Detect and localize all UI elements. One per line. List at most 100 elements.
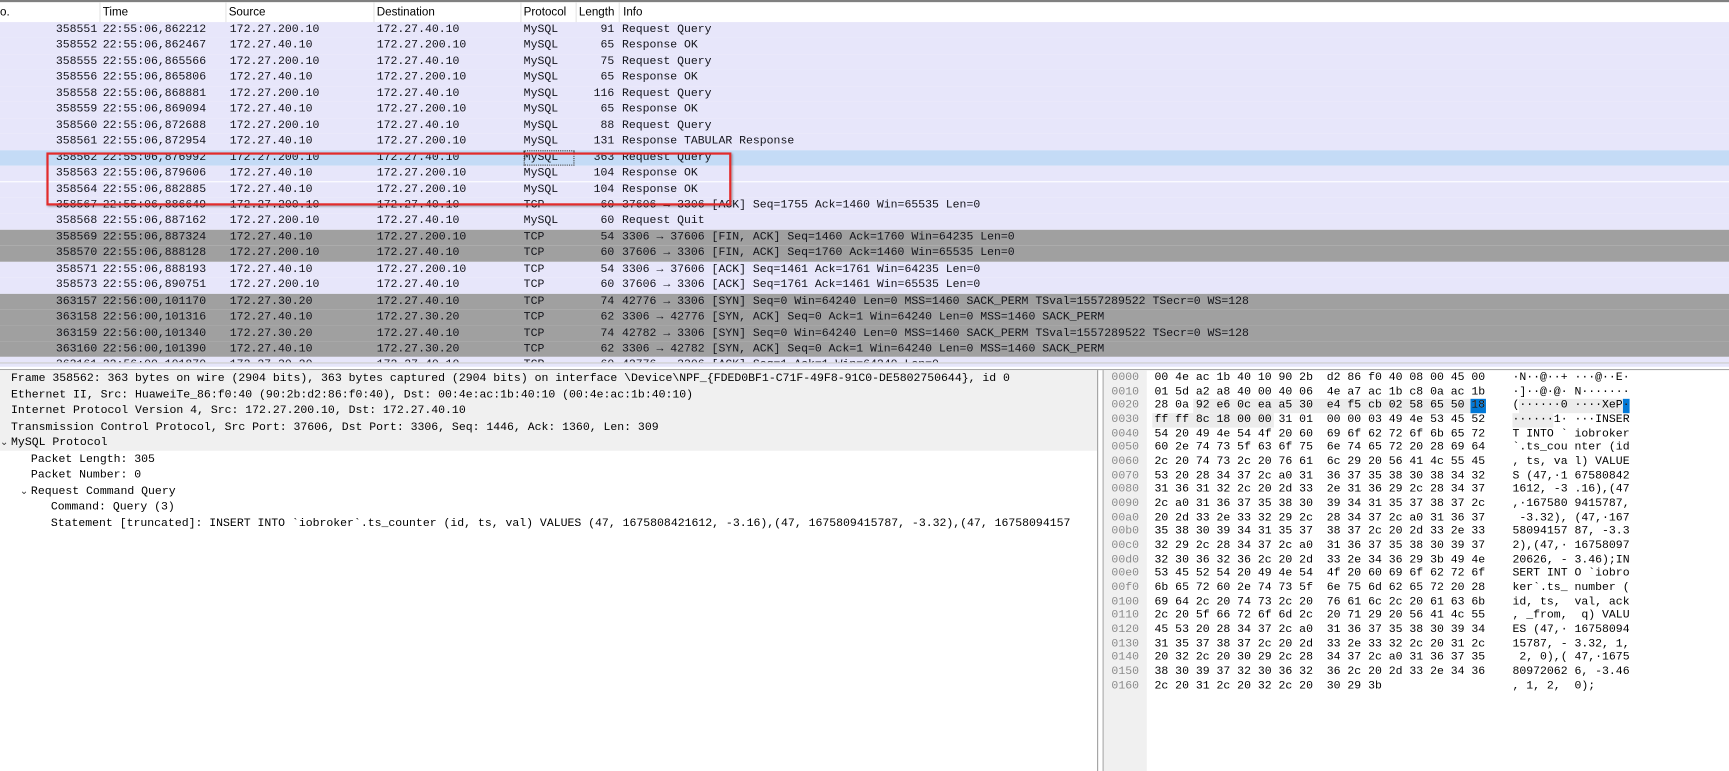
hex-bytes[interactable]: 31 36 31 32 2c 20 2d 33 2e 31 36 29 2c 2… <box>1155 483 1486 497</box>
packet-row[interactable]: 358571 22:55:06,888193 172.27.40.10 172.27.… <box>0 261 1729 278</box>
hex-ascii[interactable]: ·]··@·@· N······· <box>1512 385 1629 399</box>
hex-ascii[interactable]: ker`.ts_ number ( <box>1512 581 1629 595</box>
packet-list[interactable]: o. Time ^ Source Destination Protocol Le… <box>0 0 1729 363</box>
hex-bytes[interactable]: 54 20 49 4e 54 4f 20 60 69 6f 62 72 6f 6… <box>1155 427 1486 441</box>
hex-ascii[interactable]: SERT INT O `iobro <box>1512 567 1629 581</box>
column-divider[interactable] <box>99 2 101 24</box>
packet-proto-cell: MySQL <box>523 166 559 181</box>
packet-row[interactable]: 358555 22:55:06,865566 172.27.200.10 172.27… <box>0 54 1729 70</box>
packet-row[interactable]: 358561 22:55:06,872954 172.27.40.10 172.27.… <box>0 133 1729 150</box>
hex-ascii[interactable]: ,·167580 9415787, <box>1512 497 1629 511</box>
column-header-time[interactable]: Time <box>103 6 128 19</box>
hex-bytes[interactable]: 35 38 30 39 34 31 35 37 38 37 2c 20 2d 3… <box>1155 525 1486 539</box>
packet-row[interactable]: 358569 22:55:06,887324 172.27.40.10 172.27.… <box>0 229 1729 246</box>
hex-bytes[interactable]: 38 30 39 37 32 30 36 32 36 2c 20 2d 33 2… <box>1155 665 1486 679</box>
packet-row[interactable]: 358573 22:55:06,890751 172.27.200.10 172.27… <box>0 277 1729 294</box>
packet-row[interactable]: 358556 22:55:06,865806 172.27.40.10 172.27.… <box>0 69 1729 86</box>
packet-proto-cell: TCP <box>523 278 545 292</box>
column-header-destination[interactable]: Destination <box>377 6 435 19</box>
hex-ascii[interactable]: , _from, q) VALU <box>1512 609 1629 623</box>
hex-bytes[interactable]: 2c 20 5f 66 72 6f 6d 2c 20 71 29 20 56 4… <box>1155 609 1486 623</box>
column-divider[interactable] <box>373 2 375 24</box>
hex-ascii[interactable]: 2),(47,· 16758097 <box>1512 539 1629 553</box>
hex-ascii[interactable]: 58094157 87, -3.3 <box>1512 525 1629 539</box>
hex-bytes[interactable]: 53 20 28 34 37 2c a0 31 36 37 35 38 30 3… <box>1155 469 1486 483</box>
packet-proto-cell: MySQL <box>523 87 559 101</box>
packet-row[interactable]: 358564 22:55:06,882885 172.27.40.10 172.27.… <box>0 181 1729 198</box>
hex-bytes[interactable]: 01 5d a2 a8 40 00 40 06 4e a7 ac 1b c8 0… <box>1155 385 1486 399</box>
packet-row[interactable]: 358552 22:55:06,862467 172.27.40.10 172.27.… <box>0 38 1729 54</box>
column-header-protocol[interactable]: Protocol <box>524 6 567 19</box>
hex-offset: 0080 <box>1111 483 1139 497</box>
packet-row[interactable]: 358567 22:55:06,886649 172.27.200.10 172.27… <box>0 197 1729 214</box>
hex-ascii[interactable]: ES (47,· 16758094 <box>1512 623 1629 637</box>
hex-bytes[interactable]: 32 29 2c 28 34 37 2c a0 31 36 37 35 38 3… <box>1155 539 1486 553</box>
hex-ascii[interactable]: `.ts_cou nter (id <box>1512 441 1629 455</box>
hex-bytes[interactable]: 45 53 20 28 34 37 2c a0 31 36 37 35 38 3… <box>1155 623 1486 637</box>
hex-bytes[interactable]: 2c 20 31 2c 20 32 2c 20 30 29 3b <box>1155 679 1382 693</box>
hex-ascii[interactable]: ·N··@··+ ···@··E· <box>1512 371 1629 385</box>
hex-ascii[interactable]: , 1, 2, 0); <box>1512 679 1595 693</box>
packet-row[interactable]: 358559 22:55:06,869094 172.27.40.10 172.27.… <box>0 101 1729 118</box>
hex-ascii[interactable]: 15787, - 3.32, 1, <box>1512 637 1629 651</box>
hex-bytes[interactable]: 32 30 36 32 36 2c 20 2d 33 2e 34 36 29 3… <box>1155 553 1486 567</box>
hex-offset: 0120 <box>1111 623 1139 637</box>
hex-bytes[interactable]: 20 32 2c 20 30 29 2c 28 34 37 2c a0 31 3… <box>1155 651 1486 665</box>
expand-chevron-icon[interactable]: ⌄ <box>0 435 8 451</box>
column-header-no[interactable]: o. <box>0 6 10 19</box>
packet-row[interactable]: 363159 22:56:00,101340 172.27.30.20 172.27.… <box>0 325 1729 342</box>
packet-len-cell: 65 <box>600 71 615 85</box>
packet-bytes-pane[interactable]: 18 · 0000 00 4e ac 1b 40 10 90 2b d2 86 f0… <box>1102 370 1729 771</box>
column-divider[interactable] <box>520 2 522 24</box>
packet-time-cell: 22:55:06,888128 <box>102 246 207 260</box>
column-divider[interactable] <box>575 2 577 24</box>
expand-chevron-icon[interactable]: ⌄ <box>20 483 28 499</box>
pane-splitter[interactable] <box>0 362 1729 371</box>
column-header-length[interactable]: Length <box>579 6 614 19</box>
hex-ascii[interactable]: S (47,·1 67580842 <box>1512 469 1629 483</box>
column-divider[interactable] <box>225 2 227 24</box>
hex-ascii[interactable]: 80972062 6, -3.46 <box>1512 665 1629 679</box>
packet-info-cell: 37606 → 3306 [FIN, ACK] Seq=1760 Ack=146… <box>622 246 1015 260</box>
column-header-info[interactable]: Info <box>623 6 642 19</box>
packet-row[interactable]: 358558 22:55:06,868881 172.27.200.10 172.27… <box>0 85 1729 102</box>
hex-ascii[interactable]: -3.32), (47,·167 <box>1512 511 1629 525</box>
hex-offset: 0150 <box>1111 665 1139 679</box>
packet-row[interactable]: 358551 22:55:06,862212 172.27.200.10 172.27… <box>0 22 1729 39</box>
packet-src-cell: 172.27.200.10 <box>229 23 320 37</box>
hex-bytes[interactable]: ff ff 8c 18 00 00 31 01 00 00 03 49 4e 5… <box>1155 413 1486 427</box>
column-divider[interactable] <box>618 2 620 24</box>
hex-bytes[interactable]: 6b 65 72 60 2e 74 73 5f 6e 75 6d 62 65 7… <box>1155 581 1486 595</box>
packet-len-cell: 62 <box>600 342 615 356</box>
packet-row[interactable]: 363160 22:56:00,101390 172.27.40.10 172.27.… <box>0 341 1729 358</box>
hex-bytes[interactable]: 2c a0 31 36 37 35 38 30 39 34 31 35 37 3… <box>1155 497 1486 511</box>
hex-ascii[interactable]: , ts, va l) VALUE <box>1512 455 1629 469</box>
hex-bytes[interactable]: 00 4e ac 1b 40 10 90 2b d2 86 f0 40 08 0… <box>1155 371 1486 385</box>
hex-bytes[interactable]: 60 2e 74 73 5f 63 6f 75 6e 74 65 72 20 2… <box>1155 441 1486 455</box>
hex-ascii[interactable]: (······0 ····XeP· <box>1512 399 1629 413</box>
packet-len-cell: 65 <box>600 103 615 117</box>
hex-ascii[interactable]: T INTO ` iobroker <box>1512 427 1629 441</box>
hex-bytes[interactable]: 69 64 2c 20 74 73 2c 20 76 61 6c 2c 20 6… <box>1155 595 1486 609</box>
packet-row[interactable]: 358563 22:55:06,879606 172.27.40.10 172.27.… <box>0 165 1729 182</box>
hex-ascii[interactable]: 20626, - 3.46);IN <box>1512 553 1629 567</box>
hex-ascii[interactable]: 1612, -3 .16),(47 <box>1512 483 1629 497</box>
packet-row[interactable]: 363158 22:56:00,101316 172.27.40.10 172.27.… <box>0 309 1729 326</box>
hex-bytes[interactable]: 53 45 52 54 20 49 4e 54 4f 20 60 69 6f 6… <box>1155 567 1486 581</box>
hex-ascii[interactable]: 2, 0),( 47,·1675 <box>1512 651 1629 665</box>
packet-details-pane[interactable]: Frame 358562: 363 bytes on wire (2904 bi… <box>0 370 1099 771</box>
packet-src-cell: 172.27.40.10 <box>229 39 313 53</box>
packet-row[interactable]: 358560 22:55:06,872688 172.27.200.10 172.27… <box>0 117 1729 134</box>
packet-src-cell: 172.27.40.10 <box>229 134 313 149</box>
hex-ascii[interactable]: ······1· ···INSER <box>1512 413 1629 427</box>
hex-bytes[interactable]: 31 35 37 38 37 2c 20 2d 33 2e 33 32 2c 2… <box>1155 637 1486 651</box>
hex-bytes[interactable]: 28 0a 92 e6 0c ea a5 30 e4 f5 cb 02 58 6… <box>1155 399 1486 413</box>
hex-bytes[interactable]: 2c 20 74 73 2c 20 76 61 6c 29 20 56 41 4… <box>1155 455 1486 469</box>
column-header-source[interactable]: Source <box>229 6 266 19</box>
packet-row-selected[interactable]: 358562 22:55:06,876992 172.27.200.10 172.27… <box>0 149 1729 166</box>
packet-row[interactable]: 358570 22:55:06,888128 172.27.200.10 172.27… <box>0 245 1729 262</box>
packet-row[interactable]: 363157 22:56:00,101170 172.27.30.20 172.27.… <box>0 293 1729 310</box>
packet-row[interactable]: 358568 22:55:06,887162 172.27.200.10 172.27… <box>0 213 1729 230</box>
hex-bytes[interactable]: 20 2d 33 2e 33 32 29 2c 28 34 37 2c a0 3… <box>1155 511 1486 525</box>
hex-ascii[interactable]: id, ts, val, ack <box>1512 595 1629 609</box>
